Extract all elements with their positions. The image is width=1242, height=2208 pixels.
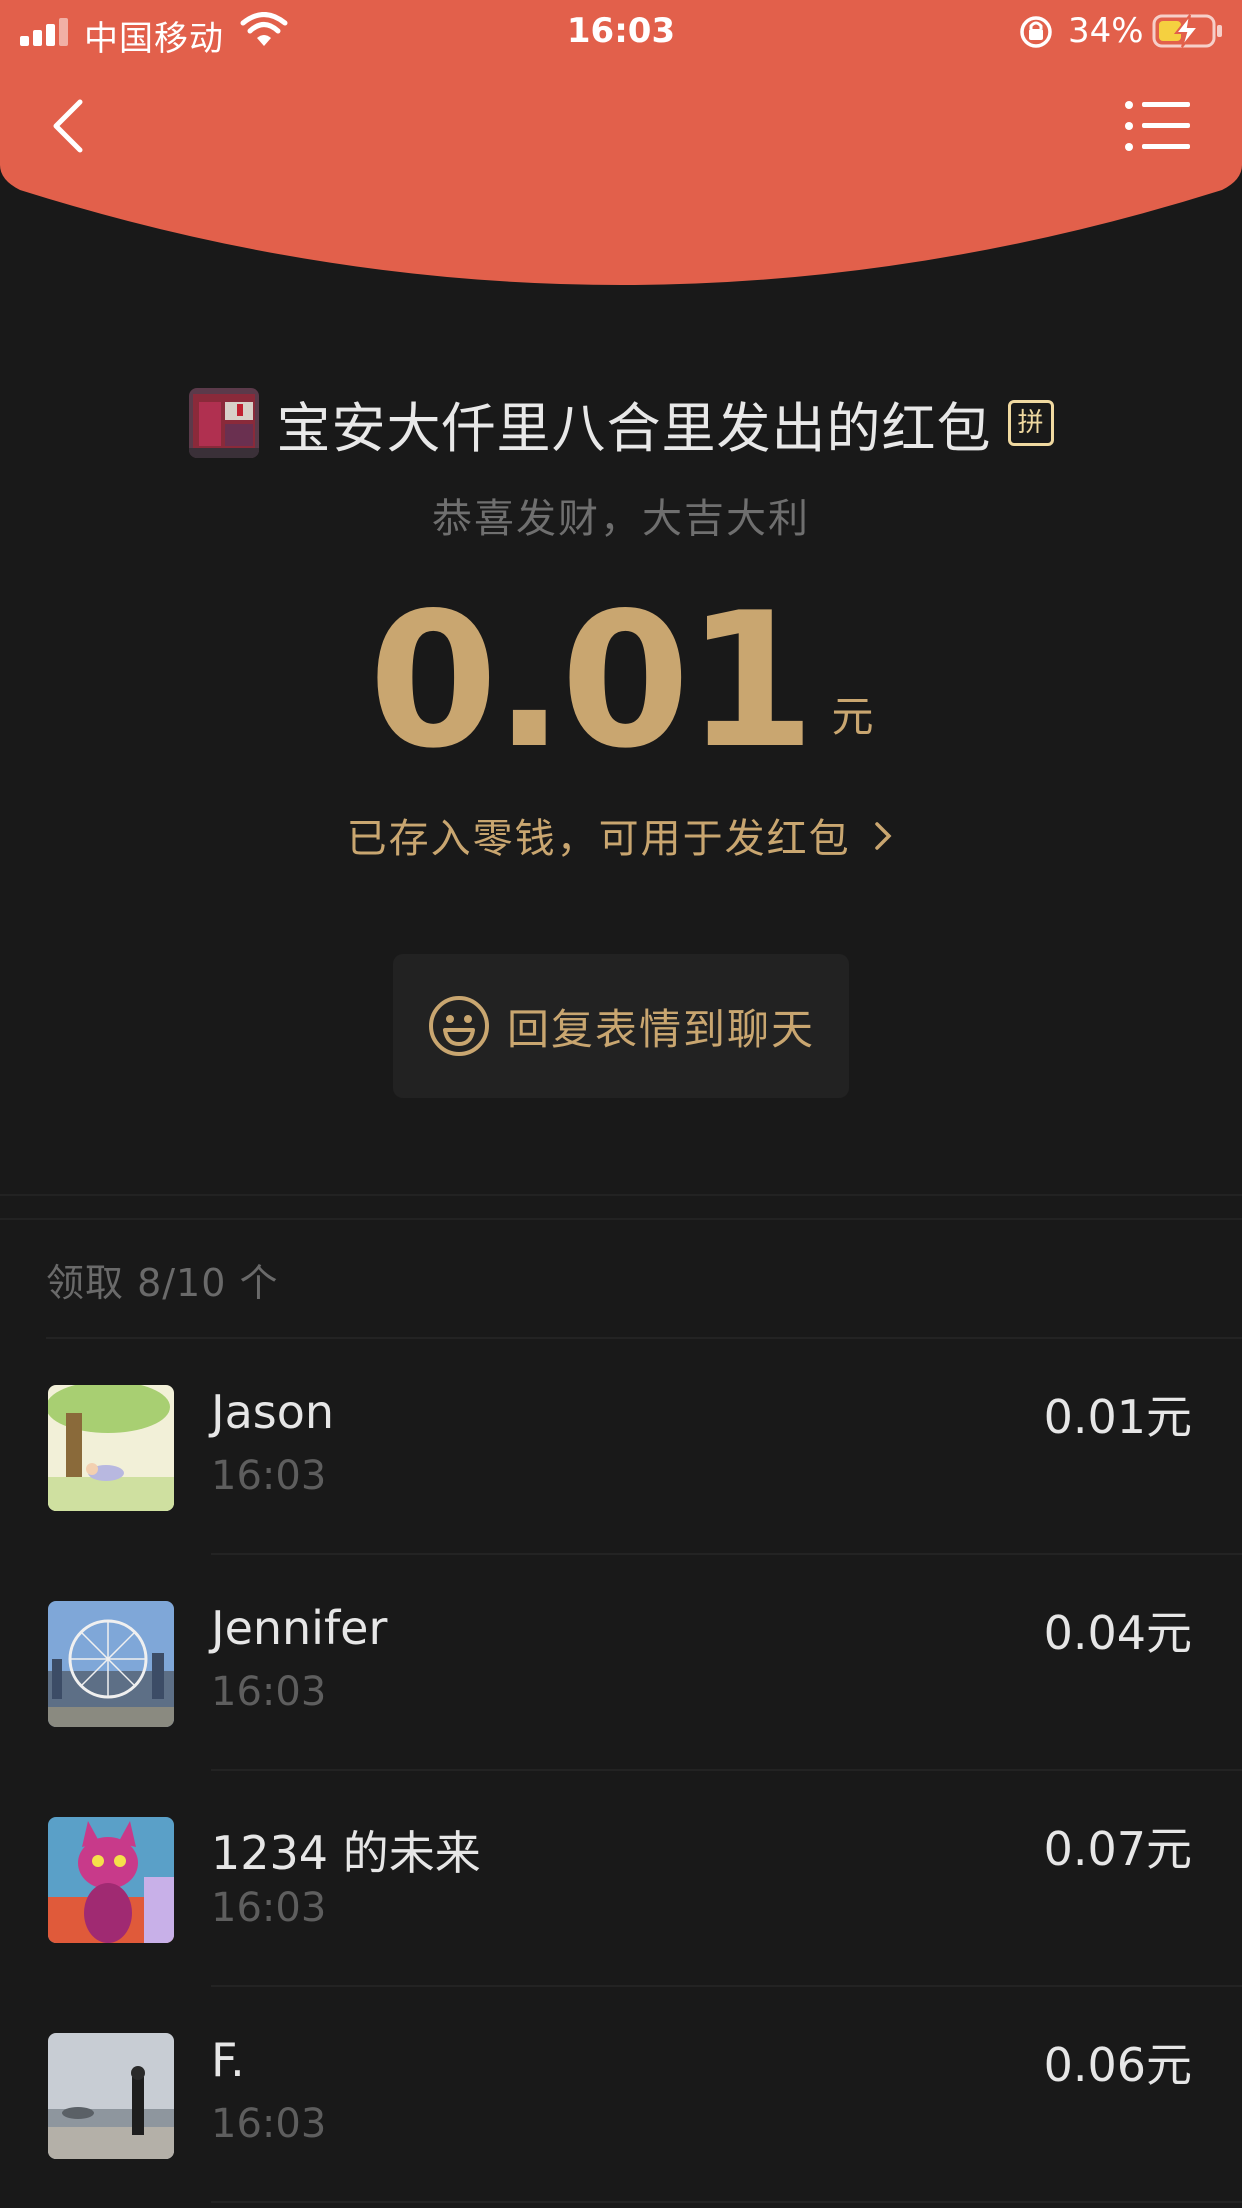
claimer-name: F. (211, 2033, 245, 2087)
claim-time: 16:03 (211, 1885, 327, 1931)
battery-charging-icon (1152, 14, 1222, 48)
stored-to-wallet-link[interactable]: 已存入零钱，可用于发红包 (0, 806, 1242, 864)
tree-illustration-avatar-image (48, 1385, 174, 1511)
reply-sticker-label: 回复表情到聊天 (506, 1004, 815, 1054)
battery-percent: 34% (1068, 11, 1144, 51)
status-time: 16:03 (566, 11, 676, 51)
claim-amount: 0.06元 (1043, 2038, 1192, 2092)
reply-sticker-button[interactable]: 回复表情到聊天 (393, 954, 849, 1098)
amount-display: 0.01 元 (0, 588, 1242, 774)
avatar (48, 1817, 174, 1943)
claimer-name: 1234 的未来 (211, 1826, 481, 1880)
list-item[interactable]: Jason 16:03 0.01元 (0, 1339, 1242, 1555)
claim-amount: 0.07元 (1043, 1822, 1192, 1876)
sender-title: 宝安大仟里八合里发出的红包 (276, 396, 992, 460)
amount-unit: 元 (831, 692, 874, 741)
received-amount: 0.01 (368, 572, 816, 789)
claims-list: Jason 16:03 0.01元 Jennifer 16:03 0.04元 1… (0, 1339, 1242, 2203)
storefront-avatar-image (188, 388, 259, 458)
claimer-name: Jason (211, 1385, 335, 1439)
sender-avatar[interactable] (188, 388, 259, 458)
status-bar: 中国移动 16:03 34% (0, 0, 1242, 62)
rotation-lock-icon (1020, 16, 1052, 48)
claim-time: 16:03 (211, 1669, 327, 1715)
ferris-wheel-avatar-image (48, 1601, 174, 1727)
group-pin-badge: 拼 (1007, 400, 1054, 446)
section-divider (0, 1194, 1242, 1220)
list-item[interactable]: F. 16:03 0.06元 (0, 1987, 1242, 2203)
avatar (48, 2033, 174, 2159)
claimed-count: 领取 8/10 个 (46, 1261, 279, 1305)
claimer-name: Jennifer (211, 1601, 388, 1655)
avatar (48, 1601, 174, 1727)
smiley-face-icon (428, 996, 489, 1056)
claim-time: 16:03 (211, 1453, 327, 1499)
claim-amount: 0.04元 (1043, 1606, 1192, 1660)
claim-time: 16:03 (211, 2101, 327, 2147)
blessing-message: 恭喜发财，大吉大利 (432, 496, 810, 542)
menu-button[interactable] (1124, 100, 1192, 152)
pink-cat-character-avatar-image (48, 1817, 174, 1943)
list-item[interactable]: 1234 的未来 16:03 0.07元 (0, 1771, 1242, 1987)
chevron-right-icon (875, 822, 892, 850)
row-divider (211, 2201, 1242, 2203)
sender-row: 宝安大仟里八合里发出的红包 拼 (0, 386, 1242, 460)
avatar (48, 1385, 174, 1511)
red-header: 中国移动 16:03 34% (0, 0, 1242, 300)
list-item[interactable]: Jennifer 16:03 0.04元 (0, 1555, 1242, 1771)
back-button[interactable] (44, 96, 94, 156)
stored-to-wallet-text: 已存入零钱，可用于发红包 (346, 816, 851, 862)
beach-person-avatar-image (48, 2033, 174, 2159)
claim-amount: 0.01元 (1043, 1390, 1192, 1444)
